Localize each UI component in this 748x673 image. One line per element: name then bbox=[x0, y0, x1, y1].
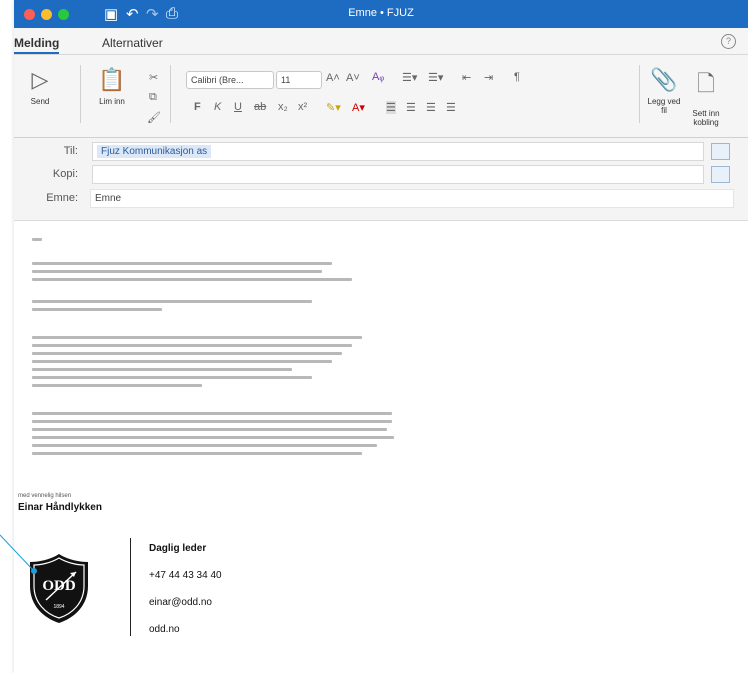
body-text-line bbox=[32, 384, 202, 387]
address-fields: Til: Fjuz Kommunikasjon as Kopi: Emne: E… bbox=[14, 138, 748, 221]
recipient-chip[interactable]: Fjuz Kommunikasjon as bbox=[97, 145, 212, 158]
body-text-line bbox=[32, 352, 342, 355]
insert-link-button[interactable]: 🗋 Sett inn kobling bbox=[686, 67, 726, 127]
logo-text: ODD bbox=[42, 578, 76, 594]
subscript-icon[interactable]: x₂ bbox=[278, 101, 288, 113]
body-text-line bbox=[32, 262, 332, 265]
align-right-icon[interactable]: ☰ bbox=[426, 101, 436, 114]
decrease-indent-icon[interactable]: ⇤ bbox=[462, 71, 471, 84]
clipboard-icon: 📋 bbox=[98, 67, 126, 92]
shrink-font-icon[interactable]: A˅ bbox=[346, 72, 360, 84]
body-text-line bbox=[32, 436, 394, 439]
paste-button[interactable]: 📋 Lim inn bbox=[92, 67, 132, 106]
send-label: Send bbox=[30, 97, 50, 106]
body-text-line bbox=[32, 428, 387, 431]
bullets-icon[interactable]: ☰▾ bbox=[402, 71, 417, 84]
message-body[interactable] bbox=[0, 218, 734, 673]
body-text-line bbox=[32, 368, 292, 371]
grow-font-icon[interactable]: A˄ bbox=[326, 72, 340, 84]
address-book-icon[interactable] bbox=[711, 166, 730, 183]
align-left-icon[interactable]: ☰ bbox=[386, 101, 396, 114]
send-icon: ▷ bbox=[31, 67, 49, 92]
attach-file-label: Legg ved fil bbox=[647, 97, 681, 115]
odd-club-logo: ODD 1894 bbox=[30, 554, 88, 623]
body-text-line bbox=[32, 376, 312, 379]
signature-web[interactable]: odd.no bbox=[149, 624, 180, 635]
clear-formatting-icon[interactable]: Aᵩ bbox=[372, 71, 384, 83]
body-text-line bbox=[32, 308, 162, 311]
insert-link-label: Sett inn kobling bbox=[692, 109, 720, 127]
highlight-icon[interactable]: ✎▾ bbox=[326, 101, 341, 114]
logo-year: 1894 bbox=[53, 604, 64, 610]
font-name-select[interactable]: Calibri (Bre... bbox=[186, 71, 274, 89]
signature-name: Einar Håndlykken bbox=[18, 502, 102, 513]
ribbon: ▷ Send 📋 Lim inn ✂ ⧉ 🖌 Calibri (Bre... 1… bbox=[14, 55, 748, 138]
body-text-line bbox=[32, 270, 322, 273]
tab-melding[interactable]: Melding bbox=[14, 36, 60, 54]
signature-intro: med vennelig hilsen bbox=[18, 493, 72, 499]
body-text-line bbox=[32, 452, 362, 455]
increase-indent-icon[interactable]: ⇥ bbox=[484, 71, 493, 84]
cc-field[interactable] bbox=[92, 165, 704, 184]
strikethrough-icon[interactable]: ab bbox=[254, 101, 266, 113]
send-button[interactable]: ▷ Send bbox=[22, 67, 58, 106]
italic-icon[interactable]: K bbox=[214, 101, 221, 113]
font-size-select[interactable]: 11 bbox=[276, 71, 322, 89]
paragraph-marks-icon[interactable]: ¶ bbox=[514, 71, 520, 83]
window-title: Emne • FJUZ bbox=[348, 7, 414, 19]
link-document-icon: 🗋 bbox=[697, 71, 715, 96]
paperclip-icon: 📎 bbox=[650, 67, 678, 92]
signature-role: Daglig leder bbox=[149, 543, 207, 554]
help-icon[interactable]: ? bbox=[721, 34, 736, 49]
body-text-line bbox=[32, 420, 392, 423]
body-text-line bbox=[32, 278, 352, 281]
cc-label: Kopi: bbox=[52, 168, 78, 180]
font-color-icon[interactable]: A▾ bbox=[352, 101, 365, 114]
signature-divider bbox=[130, 538, 131, 636]
copy-icon[interactable]: ⧉ bbox=[149, 91, 157, 104]
body-text-line bbox=[32, 444, 377, 447]
underline-icon[interactable]: U bbox=[234, 101, 242, 113]
subject-label: Emne: bbox=[46, 192, 78, 204]
address-book-icon[interactable] bbox=[711, 143, 730, 160]
cut-icon[interactable]: ✂ bbox=[149, 71, 158, 84]
numbering-icon[interactable]: ☰▾ bbox=[428, 71, 443, 84]
divider bbox=[80, 65, 81, 123]
to-label: Til: bbox=[63, 145, 78, 157]
divider bbox=[170, 65, 171, 123]
justify-icon[interactable]: ☰ bbox=[446, 101, 456, 114]
body-text-line bbox=[32, 360, 332, 363]
bold-icon[interactable]: F bbox=[194, 101, 201, 113]
subject-field[interactable]: Emne bbox=[90, 189, 734, 208]
divider bbox=[639, 65, 640, 123]
tab-alternativer[interactable]: Alternativer bbox=[102, 36, 163, 50]
paste-label: Lim inn bbox=[99, 97, 125, 106]
greeting-text bbox=[32, 238, 42, 241]
align-center-icon[interactable]: ☰ bbox=[406, 101, 416, 114]
format-painter-icon[interactable]: 🖌 bbox=[147, 111, 161, 124]
body-text-line bbox=[32, 344, 352, 347]
body-text-line bbox=[32, 300, 312, 303]
superscript-icon[interactable]: x² bbox=[298, 101, 307, 113]
title-bar: ▣ ↶ ↷ ⎙ Emne • FJUZ bbox=[14, 0, 748, 28]
signature-email[interactable]: einar@odd.no bbox=[149, 597, 212, 608]
attach-file-button[interactable]: 📎 Legg ved fil bbox=[646, 67, 682, 115]
ribbon-tabs: Melding Alternativer ? bbox=[14, 28, 748, 55]
body-text-line bbox=[32, 412, 392, 415]
to-field[interactable]: Fjuz Kommunikasjon as bbox=[92, 142, 704, 161]
body-text-line bbox=[32, 336, 362, 339]
signature-phone[interactable]: +47 44 43 34 40 bbox=[149, 570, 222, 581]
